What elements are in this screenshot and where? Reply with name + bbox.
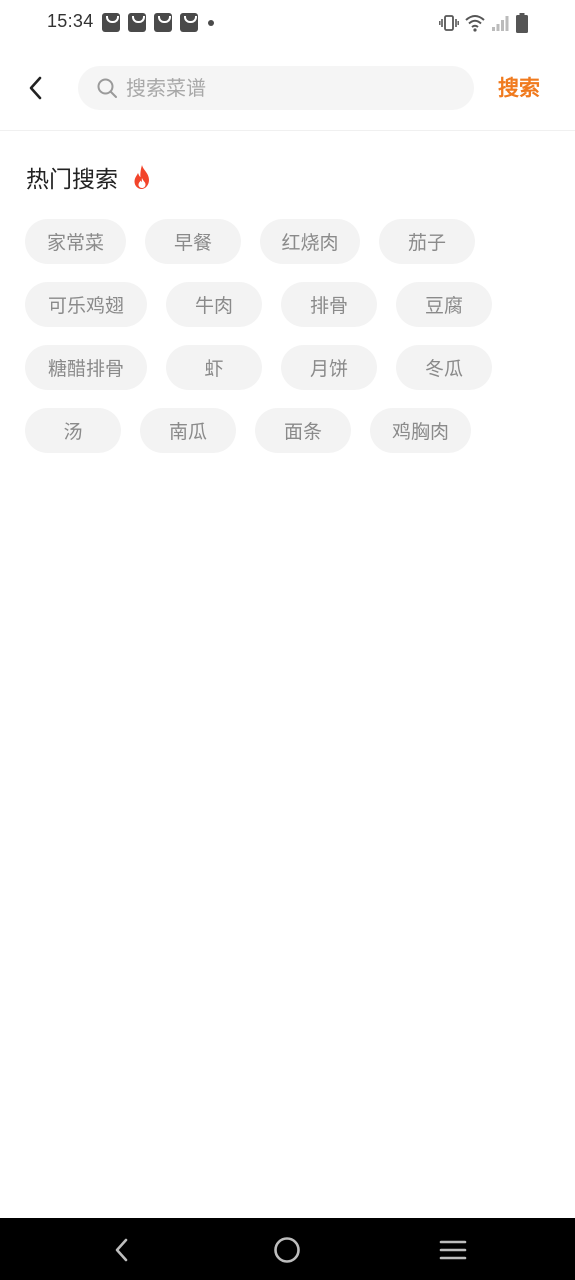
vibrate-icon <box>439 14 459 36</box>
tag-row: 汤 南瓜 面条 鸡胸肉 <box>25 408 555 453</box>
tag-row: 糖醋排骨 虾 月饼 冬瓜 <box>25 345 555 390</box>
nav-menu-button[interactable] <box>437 1234 469 1266</box>
shopping-bag-icon <box>102 13 120 32</box>
navigation-bar <box>0 1218 575 1280</box>
hot-tag[interactable]: 牛肉 <box>166 282 262 327</box>
screen: 15:34 搜索菜谱 搜索 热门搜索 家常菜 早餐 红烧肉 茄子 可乐鸡翅 牛肉… <box>0 0 575 1280</box>
tag-row: 家常菜 早餐 红烧肉 茄子 <box>25 219 555 264</box>
hot-tag[interactable]: 面条 <box>255 408 351 453</box>
search-header: 搜索 <box>0 48 575 131</box>
hot-tag[interactable]: 虾 <box>166 345 262 390</box>
wifi-icon <box>465 14 485 36</box>
hot-tag[interactable]: 可乐鸡翅 <box>25 282 147 327</box>
back-button[interactable] <box>18 70 54 106</box>
shopping-bag-icon <box>128 13 146 32</box>
system-icons <box>433 13 529 37</box>
back-icon <box>115 1238 128 1262</box>
search-icon <box>97 78 117 98</box>
hot-tag[interactable]: 冬瓜 <box>396 345 492 390</box>
hot-search-tags: 家常菜 早餐 红烧肉 茄子 可乐鸡翅 牛肉 排骨 豆腐 糖醋排骨 虾 月饼 冬瓜… <box>25 219 555 471</box>
hot-tag[interactable]: 月饼 <box>281 345 377 390</box>
hot-tag[interactable]: 茄子 <box>379 219 475 264</box>
search-box[interactable] <box>78 66 474 110</box>
hot-tag[interactable]: 糖醋排骨 <box>25 345 147 390</box>
nav-back-button[interactable] <box>106 1234 138 1266</box>
status-time: 15:34 <box>47 11 94 31</box>
hot-search-header: 热门搜索 <box>26 160 154 194</box>
status-bar: 15:34 <box>0 0 575 48</box>
notification-icons <box>102 13 214 32</box>
hot-tag[interactable]: 鸡胸肉 <box>370 408 471 453</box>
hot-tag[interactable]: 排骨 <box>281 282 377 327</box>
hot-tag[interactable]: 南瓜 <box>140 408 236 453</box>
battery-icon <box>515 13 529 37</box>
search-input[interactable] <box>126 66 456 110</box>
shopping-bag-icon <box>180 13 198 32</box>
hot-tag[interactable]: 汤 <box>25 408 121 453</box>
hot-tag[interactable]: 豆腐 <box>396 282 492 327</box>
shopping-bag-icon <box>154 13 172 32</box>
chevron-left-icon <box>29 76 42 100</box>
tag-row: 可乐鸡翅 牛肉 排骨 豆腐 <box>25 282 555 327</box>
hot-tag[interactable]: 红烧肉 <box>260 219 360 264</box>
search-button[interactable]: 搜索 <box>498 72 540 102</box>
home-icon <box>274 1237 300 1263</box>
nav-home-button[interactable] <box>271 1234 303 1266</box>
more-notifications-dot-icon <box>208 19 214 26</box>
signal-icon <box>491 14 509 36</box>
hot-search-title: 热门搜索 <box>26 167 118 193</box>
fire-icon <box>134 165 149 189</box>
hot-tag[interactable]: 早餐 <box>145 219 241 264</box>
hot-tag[interactable]: 家常菜 <box>25 219 126 264</box>
menu-icon <box>439 1240 467 1260</box>
